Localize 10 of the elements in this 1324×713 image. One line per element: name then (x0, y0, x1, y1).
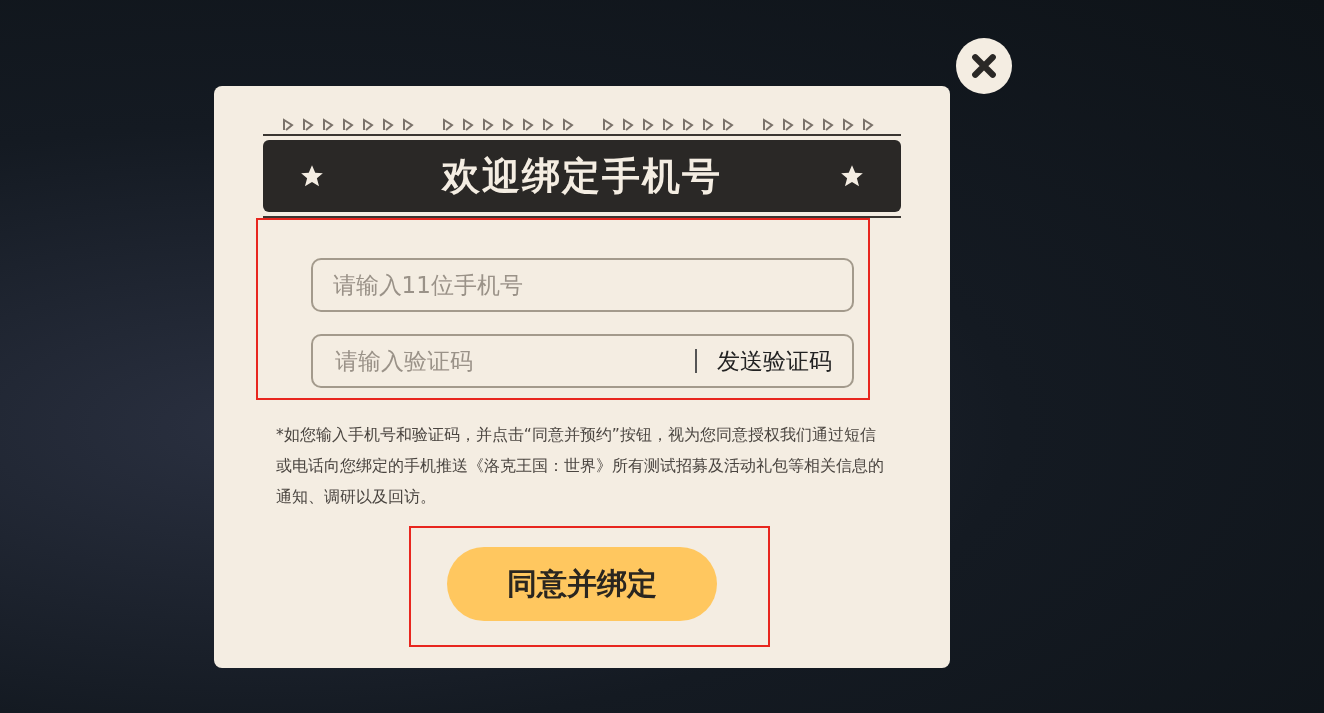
dialog-title: 欢迎绑定手机号 (442, 152, 722, 200)
close-button[interactable] (956, 38, 1012, 94)
phone-input-field[interactable]: 请输入11位手机号 (310, 258, 854, 312)
star-icon (839, 163, 865, 189)
send-code-button[interactable]: 发送验证码 (716, 345, 832, 377)
agree-bind-button[interactable]: 同意并绑定 (447, 547, 717, 621)
code-input-field[interactable]: 请输入验证码 发送验证码 (310, 334, 854, 388)
star-icon (299, 163, 325, 189)
consent-notice: *如您输入手机号和验证码，并点击“同意并预约”按钮，视为您同意授权我们通过短信或电话向您绑定的手机推送《洛克王国：世界》所有测试招募及活动礼包等相关信息的通知、调研以及回访。 (276, 425, 885, 508)
close-icon (969, 51, 999, 81)
